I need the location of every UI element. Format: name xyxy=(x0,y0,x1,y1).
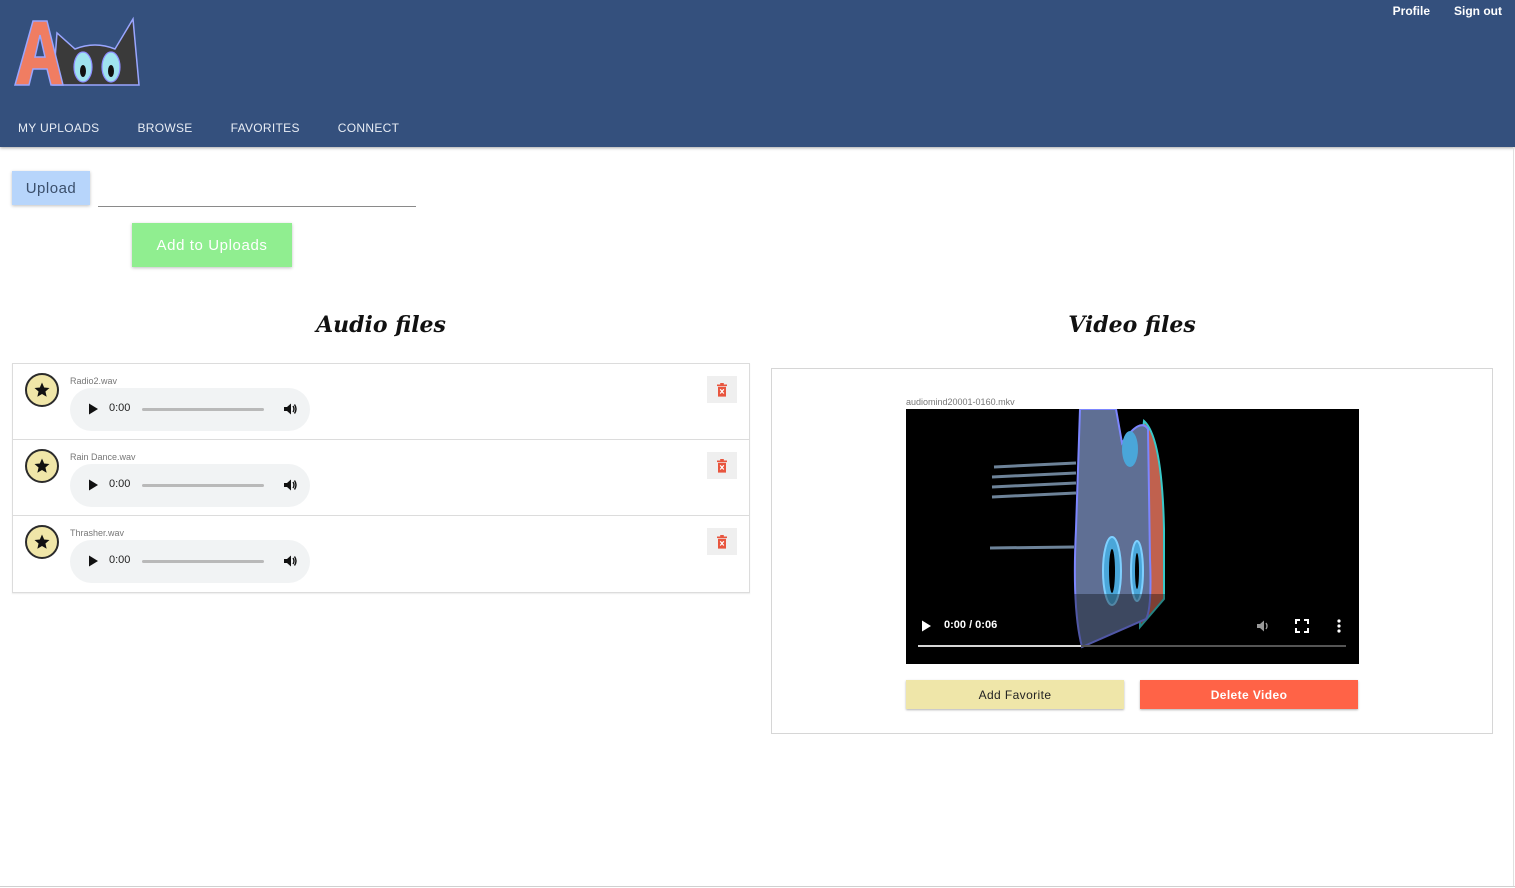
sign-out-link[interactable]: Sign out xyxy=(1454,4,1502,18)
file-name-input[interactable] xyxy=(98,176,416,207)
audio-player: 0:00 xyxy=(70,388,310,431)
trash-icon xyxy=(717,534,727,549)
audio-file-name: Thrasher.wav xyxy=(70,528,125,538)
audio-item: Radio2.wav 0:00 xyxy=(13,364,749,440)
page-bottom-divider xyxy=(0,886,1515,887)
audio-files-title: Audio files xyxy=(316,312,446,338)
favorite-star-button[interactable] xyxy=(25,525,59,559)
audio-item: Rain Dance.wav 0:00 xyxy=(13,440,749,516)
video-card: audiomind20001-0160.mkv 0:00 / 0:06 Add … xyxy=(771,368,1493,734)
video-progress-fill xyxy=(918,645,1081,647)
delete-audio-button[interactable] xyxy=(707,528,737,555)
add-to-uploads-button[interactable]: Add to Uploads xyxy=(132,223,292,267)
audio-file-name: Rain Dance.wav xyxy=(70,452,136,462)
play-icon[interactable] xyxy=(919,619,933,633)
main-nav: MY UPLOADS BROWSE FAVORITES CONNECT xyxy=(18,121,437,135)
favorite-star-button[interactable] xyxy=(25,373,59,407)
cat-logo[interactable] xyxy=(13,15,141,87)
delete-audio-button[interactable] xyxy=(707,452,737,479)
favorite-star-button[interactable] xyxy=(25,449,59,483)
upload-button[interactable]: Upload xyxy=(12,171,90,205)
star-icon xyxy=(34,382,50,397)
audio-player: 0:00 xyxy=(70,464,310,507)
play-icon[interactable] xyxy=(86,554,100,568)
nav-browse[interactable]: BROWSE xyxy=(137,121,192,135)
volume-icon[interactable] xyxy=(1255,618,1271,634)
trash-icon xyxy=(717,458,727,473)
volume-icon[interactable] xyxy=(282,477,298,493)
audio-seek-bar[interactable] xyxy=(142,484,264,487)
profile-link[interactable]: Profile xyxy=(1393,4,1430,18)
delete-video-button[interactable]: Delete Video xyxy=(1140,680,1358,709)
audio-seek-bar[interactable] xyxy=(142,560,264,563)
video-seek-bar[interactable] xyxy=(918,645,1346,647)
volume-icon[interactable] xyxy=(282,553,298,569)
nav-connect[interactable]: CONNECT xyxy=(338,121,399,135)
audio-time: 0:00 xyxy=(109,402,131,414)
volume-icon[interactable] xyxy=(282,401,298,417)
star-icon xyxy=(34,458,50,473)
audio-time: 0:00 xyxy=(109,554,131,566)
audio-item: Thrasher.wav 0:00 xyxy=(13,516,749,592)
audio-seek-bar[interactable] xyxy=(142,408,264,411)
more-options-icon[interactable] xyxy=(1332,618,1346,634)
audio-player: 0:00 xyxy=(70,540,310,583)
trash-icon xyxy=(717,382,727,397)
audio-list: Radio2.wav 0:00 Rain Dance.wav 0:00 Thra… xyxy=(12,363,750,593)
add-favorite-button[interactable]: Add Favorite xyxy=(906,680,1124,709)
delete-audio-button[interactable] xyxy=(707,376,737,403)
audio-file-name: Radio2.wav xyxy=(70,376,118,386)
nav-favorites[interactable]: FAVORITES xyxy=(231,121,300,135)
video-files-title: Video files xyxy=(1068,312,1196,338)
app-header: Profile Sign out MY UPLOADS BROWSE FAVOR… xyxy=(0,0,1515,147)
video-player[interactable]: 0:00 / 0:06 xyxy=(906,409,1359,664)
star-icon xyxy=(34,534,50,549)
video-file-name: audiomind20001-0160.mkv xyxy=(906,397,1015,407)
audio-time: 0:00 xyxy=(109,478,131,490)
play-icon[interactable] xyxy=(86,402,100,416)
fullscreen-icon[interactable] xyxy=(1294,618,1310,634)
video-time: 0:00 / 0:06 xyxy=(944,619,998,631)
nav-my-uploads[interactable]: MY UPLOADS xyxy=(18,121,99,135)
play-icon[interactable] xyxy=(86,478,100,492)
page-edge xyxy=(1513,147,1514,887)
